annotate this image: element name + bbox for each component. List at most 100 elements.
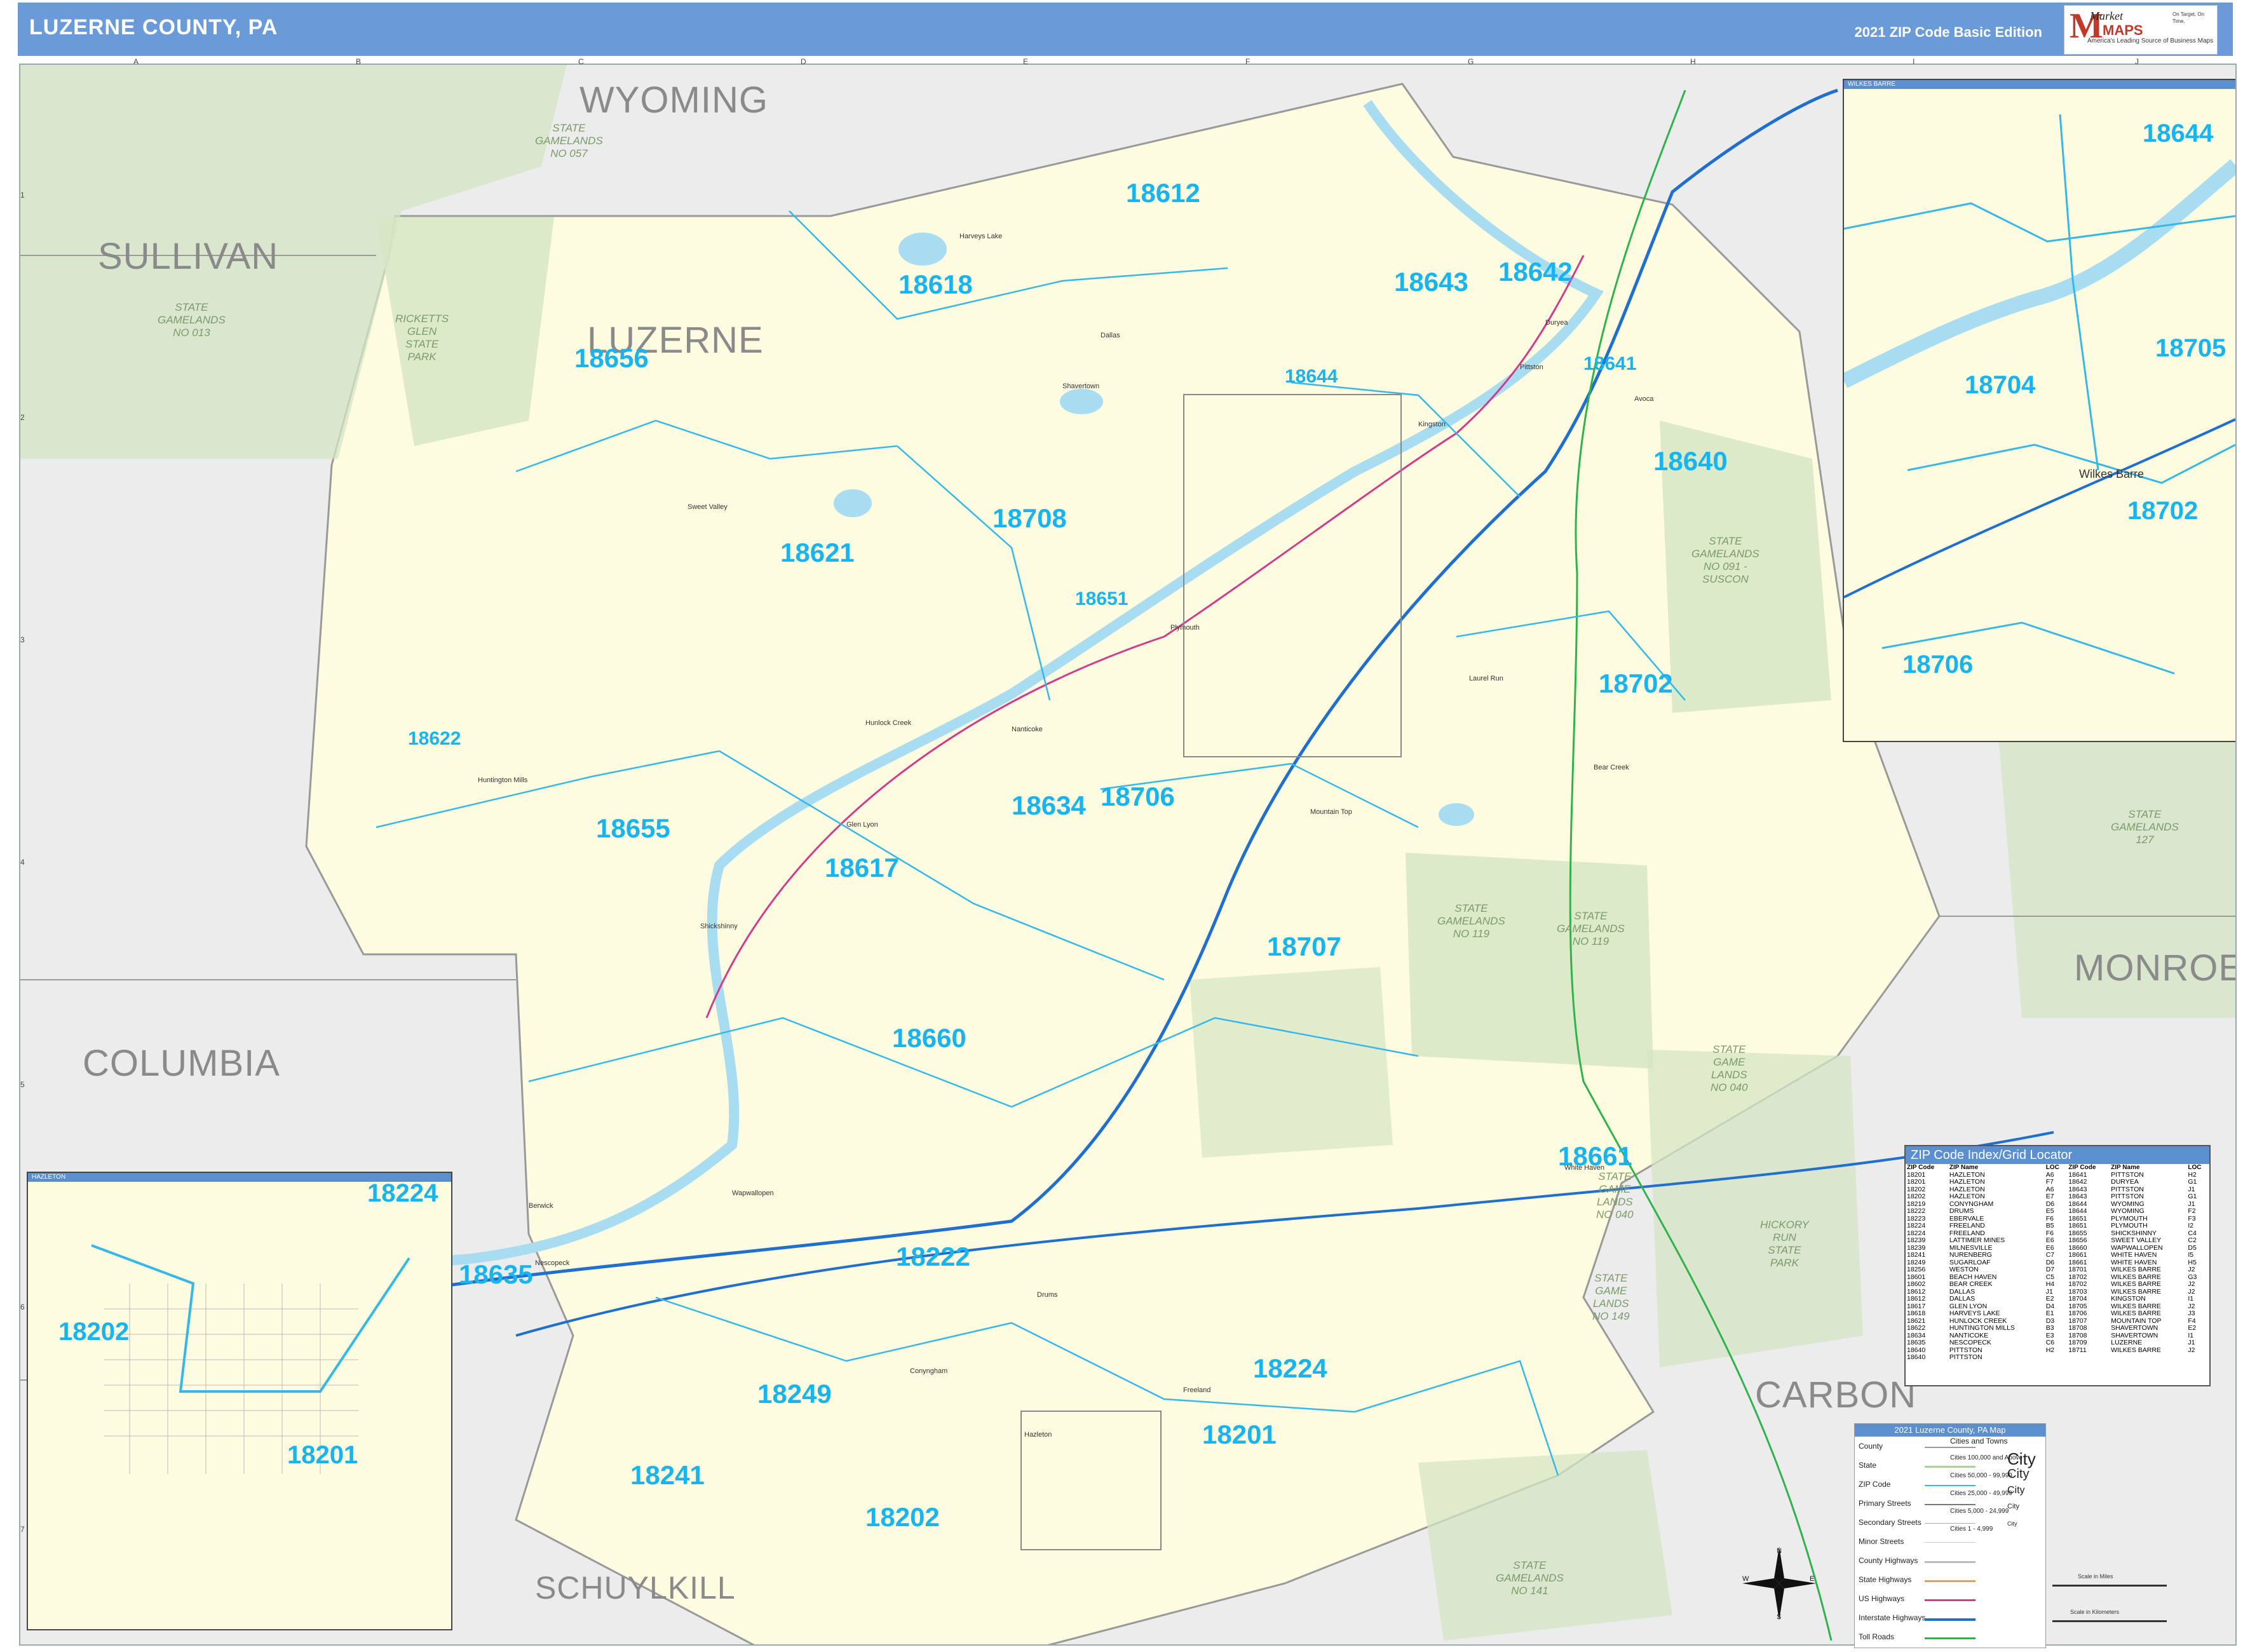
legend-item-label: ZIP Code	[1859, 1480, 1891, 1489]
town-huntington-mills: Huntington Mills	[478, 776, 528, 784]
gameland-nescopeck	[1189, 967, 1393, 1158]
legend-item-label: State	[1859, 1461, 1877, 1470]
logo-slogan: On Target. On Time.	[2172, 11, 2205, 24]
zip-index-cell	[2067, 1354, 2110, 1362]
zip-index-header: LOC	[2188, 1164, 2202, 1171]
legend-city-class: Cities 50,000 - 99,999	[1950, 1472, 2012, 1479]
town-conyngham: Conyngham	[910, 1367, 948, 1375]
grid-row-3: 3	[20, 635, 25, 644]
zip-label-18224[interactable]: 18224	[1253, 1353, 1327, 1384]
inset-indicator-wilkes-barre[interactable]	[1183, 394, 1402, 757]
zip-index-cell	[2110, 1354, 2186, 1362]
zip-index-panel: ZIP Code Index/Grid Locator ZIP Code ZIP…	[1904, 1145, 2211, 1386]
zip-label-18707[interactable]: 18707	[1267, 931, 1341, 962]
county-label-monroe: MONROE	[2074, 947, 2237, 989]
zip-index-cell: 18656	[2068, 1236, 2087, 1244]
town-wapwallopen: Wapwallopen	[732, 1189, 774, 1197]
inset-wb-zip-18705[interactable]: 18705	[2155, 334, 2226, 363]
grid-col-b: B	[356, 57, 362, 66]
inset-wb-zip-18702[interactable]: 18702	[2127, 497, 2198, 525]
gameland-label-119b: STATE GAMELANDS NO 119	[1557, 910, 1625, 947]
zip-index-cell: E2	[2188, 1324, 2197, 1332]
grid-col-a: A	[133, 57, 139, 66]
zip-index-cell: DALLAS	[1949, 1295, 1976, 1303]
zip-index-cell: 18702	[2068, 1280, 2087, 1288]
county-label-columbia: COLUMBIA	[83, 1043, 280, 1084]
legend-item-label: State Highways	[1859, 1575, 1912, 1584]
legend-item-label: Primary Streets	[1859, 1499, 1911, 1508]
zip-index-cell: H2	[2045, 1346, 2055, 1354]
zip-index-row: 18224 FREELAND B5 18651 PLYMOUTH I2	[1906, 1222, 2209, 1230]
zip-index-cell: DURYEA	[2111, 1178, 2139, 1186]
zip-index-cell: E5	[2045, 1207, 2054, 1215]
zip-label-18643[interactable]: 18643	[1394, 267, 1468, 297]
grid-col-i: I	[1913, 57, 1915, 66]
zip-index-cell: 18661	[2068, 1251, 2087, 1259]
legend-item-swatch	[1925, 1580, 1976, 1582]
legend-item-swatch	[1925, 1637, 1976, 1639]
zip-index-cell: J2	[2188, 1280, 2195, 1288]
logo-brand-bottom: MAPS	[2103, 22, 2143, 38]
zip-index-row: 18640 PITTSTON	[1906, 1353, 2209, 1362]
zip-index-cell: 18256	[1907, 1266, 1926, 1273]
inset-wilkes-barre[interactable]: WILKES BARRE 18644 18705 18704 18702 187…	[1843, 79, 2235, 742]
town-shavertown: Shavertown	[1062, 383, 1100, 390]
zip-index-header: ZIP Code	[1907, 1164, 1935, 1171]
gameland-119	[1406, 853, 1653, 1069]
zip-label-18621[interactable]: 18621	[780, 538, 855, 568]
lake-frances	[1060, 389, 1103, 414]
zip-label-18222[interactable]: 18222	[896, 1242, 970, 1272]
county-label-sullivan: SULLIVAN	[98, 236, 279, 277]
zip-label-18634[interactable]: 18634	[1012, 790, 1086, 821]
zip-label-18617[interactable]: 18617	[825, 853, 899, 883]
zip-index-cell: 18224	[1907, 1222, 1926, 1229]
legend-item-swatch	[1925, 1542, 1976, 1543]
legend-item-label: County	[1859, 1442, 1883, 1451]
zip-label-18622[interactable]: 18622	[408, 728, 461, 750]
zip-label-18708[interactable]: 18708	[993, 503, 1067, 534]
zip-index-cell: H4	[2045, 1280, 2055, 1288]
svg-text:W: W	[1742, 1575, 1749, 1583]
zip-label-18644[interactable]: 18644	[1285, 366, 1338, 388]
zip-index-cell	[2186, 1354, 2209, 1362]
zip-label-18612[interactable]: 18612	[1126, 178, 1200, 208]
legend-city-class: Cities 5,000 - 24,999	[1950, 1508, 2009, 1515]
zip-label-18249[interactable]: 18249	[757, 1379, 832, 1409]
town-nanticoke: Nanticoke	[1012, 726, 1043, 733]
zip-label-18201[interactable]: 18201	[1202, 1419, 1277, 1450]
mountain-top-lake	[1439, 803, 1474, 826]
zip-label-18660[interactable]: 18660	[892, 1023, 966, 1053]
inset-hazleton[interactable]: HAZLETON 18224 18202 18201	[27, 1172, 452, 1630]
zip-index-cell: WILKES BARRE	[2111, 1346, 2161, 1354]
inset-wb-zip-18704[interactable]: 18704	[1965, 371, 2035, 400]
gameland-label-091: STATE GAMELANDS NO 091 - SUSCON	[1691, 535, 1759, 585]
zip-label-18656[interactable]: 18656	[574, 343, 649, 374]
zip-index-cell: KINGSTON	[2111, 1295, 2146, 1303]
zip-label-18618[interactable]: 18618	[898, 269, 973, 300]
inset-wb-zip-18706[interactable]: 18706	[1902, 651, 1973, 679]
inset-wilkes-barre-canvas	[1844, 114, 2235, 675]
zip-label-18706[interactable]: 18706	[1101, 782, 1175, 812]
zip-label-18702[interactable]: 18702	[1599, 668, 1673, 699]
grid-col-g: G	[1468, 57, 1474, 66]
zip-index-cell: F7	[2045, 1178, 2054, 1186]
zip-index-cell: SHAVERTOWN	[2111, 1324, 2159, 1332]
zip-index-cell: PLYMOUTH	[2111, 1222, 2148, 1229]
zip-label-18635[interactable]: 18635	[459, 1259, 533, 1290]
zip-label-18640[interactable]: 18640	[1653, 446, 1728, 477]
inset-hz-zip-18201[interactable]: 18201	[287, 1441, 358, 1470]
inset-hz-zip-18224[interactable]: 18224	[367, 1179, 438, 1208]
harveys-lake	[898, 233, 947, 266]
zip-label-18651[interactable]: 18651	[1075, 588, 1128, 610]
zip-index-cell: C2	[2188, 1236, 2197, 1244]
inset-hz-zip-18202[interactable]: 18202	[58, 1318, 129, 1346]
zip-label-18655[interactable]: 18655	[596, 813, 670, 844]
legend-city-sample: City	[2007, 1485, 2025, 1496]
zip-label-18241[interactable]: 18241	[630, 1460, 705, 1491]
zip-label-18202[interactable]: 18202	[865, 1502, 940, 1533]
zip-label-18641[interactable]: 18641	[1583, 353, 1636, 375]
inset-indicator-hazleton[interactable]	[1020, 1411, 1162, 1550]
inset-wb-zip-18644[interactable]: 18644	[2143, 119, 2213, 148]
zip-label-18642[interactable]: 18642	[1498, 257, 1573, 287]
legend-item-label: US Highways	[1859, 1594, 1905, 1603]
